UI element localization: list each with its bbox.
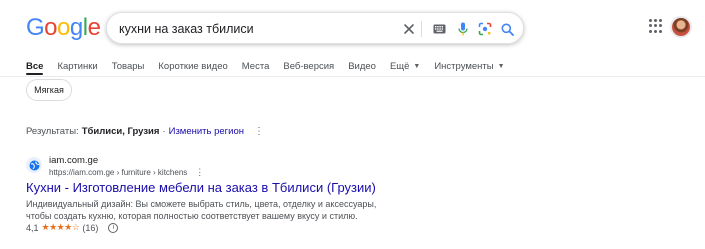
result-site-name[interactable]: iam.com.ge bbox=[49, 155, 98, 166]
result-url[interactable]: https://iam.com.ge › furniture › kitchen… bbox=[49, 168, 187, 177]
filter-chip-soft[interactable]: Мягкая bbox=[26, 79, 72, 101]
search-box[interactable] bbox=[106, 12, 524, 44]
logo-letter: g bbox=[69, 14, 83, 41]
search-tabs: Все Картинки Товары Короткие видео Места… bbox=[26, 57, 519, 75]
result-more-icon[interactable]: ⋮ bbox=[195, 167, 204, 178]
result-title-link[interactable]: Кухни - Изготовление мебели на заказ в Т… bbox=[26, 180, 376, 195]
search-input[interactable] bbox=[119, 21, 389, 37]
more-options-icon[interactable]: ⋮ bbox=[254, 126, 264, 137]
region-separator: · bbox=[162, 126, 166, 137]
google-logo[interactable]: G o o g l e bbox=[26, 14, 101, 42]
logo-letter: G bbox=[26, 14, 45, 41]
tab-places[interactable]: Места bbox=[242, 61, 270, 72]
rating-stars: ★★★★☆ bbox=[41, 222, 80, 232]
tab-short-videos[interactable]: Короткие видео bbox=[158, 61, 227, 72]
tabs-divider bbox=[0, 76, 705, 77]
chevron-down-icon: ▼ bbox=[413, 62, 421, 70]
chevron-down-icon: ▼ bbox=[497, 62, 505, 70]
review-count: (16) bbox=[82, 222, 99, 233]
tab-all[interactable]: Все bbox=[26, 61, 43, 72]
result-url-line: https://iam.com.ge › furniture › kitchen… bbox=[49, 167, 204, 178]
tab-images[interactable]: Картинки bbox=[57, 61, 97, 72]
keyboard-icon[interactable] bbox=[431, 21, 447, 37]
apps-grid-icon[interactable] bbox=[649, 19, 663, 33]
region-info: Результаты: Тбилиси, Грузия · Изменить р… bbox=[26, 126, 264, 137]
logo-letter: o bbox=[57, 14, 70, 41]
change-region-link[interactable]: Изменить регион bbox=[169, 126, 244, 137]
region-prefix: Результаты: bbox=[26, 126, 79, 137]
globe-icon[interactable] bbox=[26, 157, 42, 173]
lens-icon[interactable] bbox=[477, 21, 493, 37]
logo-letter: o bbox=[44, 14, 58, 41]
microphone-icon[interactable] bbox=[455, 21, 471, 37]
logo-letter: e bbox=[87, 14, 101, 41]
rating-value: 4,1 bbox=[26, 222, 39, 233]
account-avatar[interactable] bbox=[670, 16, 692, 38]
close-icon[interactable] bbox=[401, 21, 417, 37]
result-rating: 4,1 ★★★★☆ (16) i bbox=[26, 222, 119, 233]
tab-web[interactable]: Веб-версия bbox=[283, 61, 334, 72]
info-icon[interactable]: i bbox=[108, 222, 119, 233]
tab-more[interactable]: Ещё ▼ bbox=[390, 61, 420, 72]
tab-shopping[interactable]: Товары bbox=[112, 61, 145, 72]
result-snippet: Индивидуальный дизайн: Вы сможете выбрат… bbox=[26, 199, 377, 221]
active-tab-indicator bbox=[26, 73, 43, 75]
search-divider bbox=[421, 21, 422, 37]
tab-videos[interactable]: Видео bbox=[348, 61, 376, 72]
tab-tools[interactable]: Инструменты ▼ bbox=[434, 61, 504, 72]
search-icon[interactable] bbox=[499, 21, 515, 37]
region-location: Тбилиси, Грузия bbox=[81, 126, 160, 137]
